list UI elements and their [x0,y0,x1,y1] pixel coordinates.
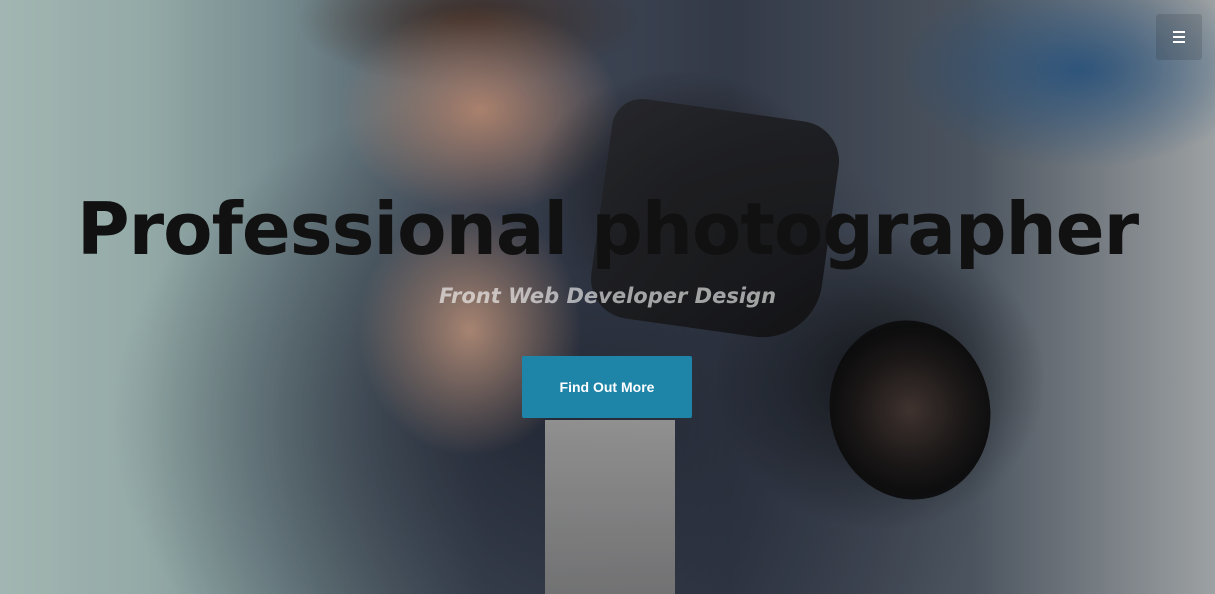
find-out-more-button[interactable]: Find Out More [522,356,692,418]
hamburger-menu-icon [1173,31,1185,43]
menu-toggle-button[interactable] [1156,14,1202,60]
hero-section: Professional photographer Front Web Deve… [0,0,1215,594]
hero-title: Professional photographer [76,187,1139,271]
hero-subtitle: Front Web Developer Design [438,284,777,308]
